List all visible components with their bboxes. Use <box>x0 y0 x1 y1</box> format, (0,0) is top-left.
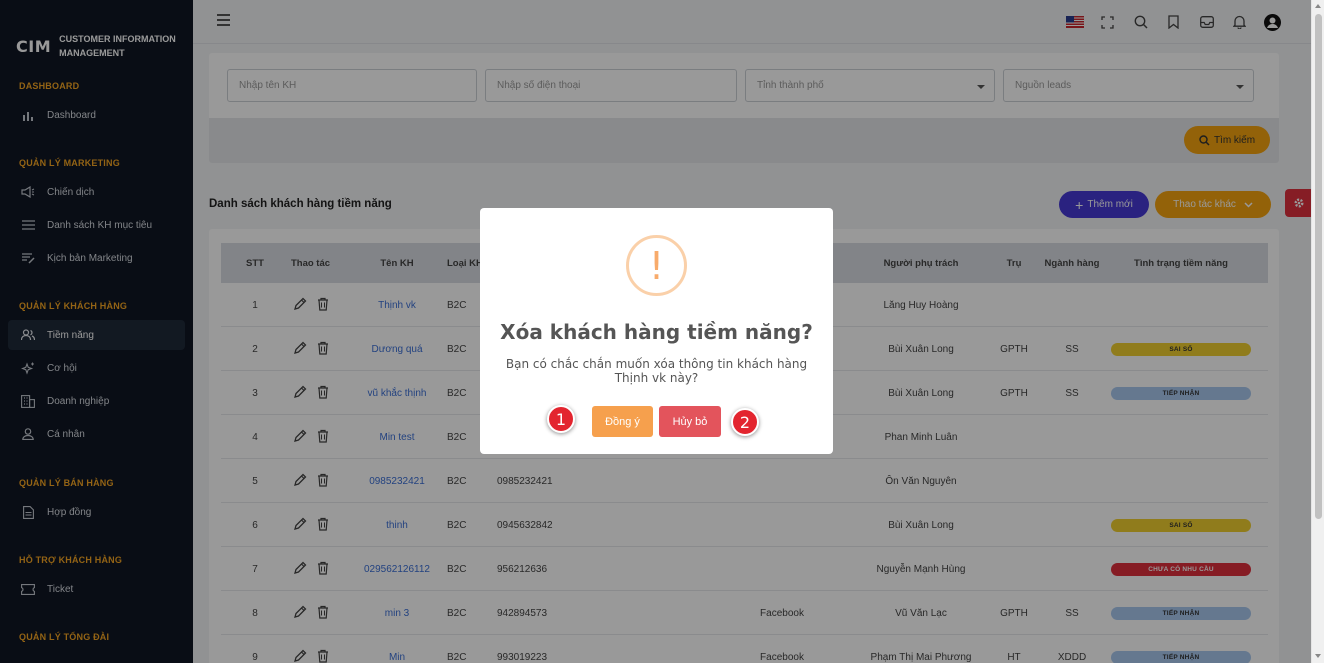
page-scrollbar[interactable] <box>1311 0 1324 663</box>
annotation-marker-2: 2 <box>731 408 759 436</box>
scroll-down-icon[interactable] <box>1315 654 1321 658</box>
scroll-thumb[interactable] <box>1315 14 1322 519</box>
annotation-marker-1: 1 <box>547 405 575 433</box>
confirm-button[interactable]: Đồng ý <box>592 406 653 437</box>
cancel-button[interactable]: Hủy bỏ <box>659 406 721 437</box>
delete-confirm-dialog: ! Xóa khách hàng tiềm năng? Bạn có chắc … <box>480 208 833 454</box>
warning-icon: ! <box>626 235 687 296</box>
scroll-up-icon[interactable] <box>1315 4 1321 8</box>
dialog-message: Bạn có chắc chắn muốn xóa thông tin khác… <box>505 357 808 385</box>
dialog-title: Xóa khách hàng tiềm năng? <box>500 320 813 344</box>
